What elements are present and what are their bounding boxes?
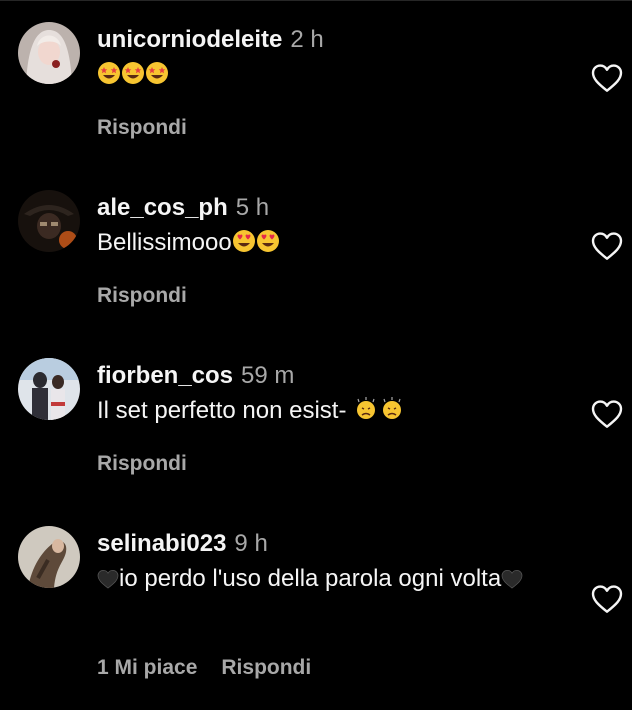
starstruck-emoji-icon (97, 59, 121, 96)
comment-text-content: io perdo l'uso della parola ogni volta (119, 565, 502, 592)
crying-emoji-icon (353, 395, 379, 432)
comment-username[interactable]: unicorniodeleite (97, 26, 282, 53)
comment-time: 59 m (241, 362, 295, 389)
comment-text-content: Bellissimooo (97, 229, 232, 256)
avatar-image (18, 358, 80, 420)
avatar[interactable] (18, 358, 80, 420)
reply-button[interactable]: Rispondi (97, 116, 187, 139)
black-heart-icon (501, 563, 523, 600)
top-divider (0, 0, 632, 1)
comment-username[interactable]: fiorben_cos (97, 362, 233, 389)
avatar[interactable] (18, 190, 80, 252)
heart-eyes-emoji-icon (256, 227, 280, 264)
reply-button[interactable]: Rispondi (97, 452, 187, 475)
reply-button[interactable]: Rispondi (97, 284, 187, 307)
likes-count-button[interactable]: 1 Mi piace (97, 656, 197, 679)
heart-eyes-emoji-icon (232, 227, 256, 264)
avatar[interactable] (18, 526, 80, 588)
reply-button[interactable]: Rispondi (221, 656, 311, 679)
comment-username[interactable]: selinabi023 (97, 530, 226, 557)
comment-text: io perdo l'uso della parola ogni volta (97, 560, 537, 600)
comment-text: Bellissimooo (97, 224, 557, 264)
avatar-image (18, 190, 80, 252)
black-heart-icon (97, 563, 119, 600)
comment-time: 5 h (235, 194, 270, 221)
comment-username[interactable]: ale_cos_ph (97, 194, 228, 221)
comment-text: Il set perfetto non esist- (97, 392, 557, 432)
crying-emoji-icon (379, 395, 405, 432)
starstruck-emoji-icon (145, 59, 169, 96)
comment-time: 9 h (234, 530, 268, 557)
avatar-image (18, 22, 80, 84)
comment-time: 2 h (290, 26, 324, 53)
heart-outline-icon[interactable] (591, 584, 623, 614)
heart-outline-icon[interactable] (591, 399, 623, 429)
heart-outline-icon[interactable] (591, 63, 623, 93)
comment-text (97, 56, 557, 96)
avatar-image (18, 526, 80, 588)
starstruck-emoji-icon (121, 59, 145, 96)
avatar[interactable] (18, 22, 80, 84)
comment-text-content: Il set perfetto non esist- (97, 397, 354, 424)
heart-outline-icon[interactable] (591, 231, 623, 261)
